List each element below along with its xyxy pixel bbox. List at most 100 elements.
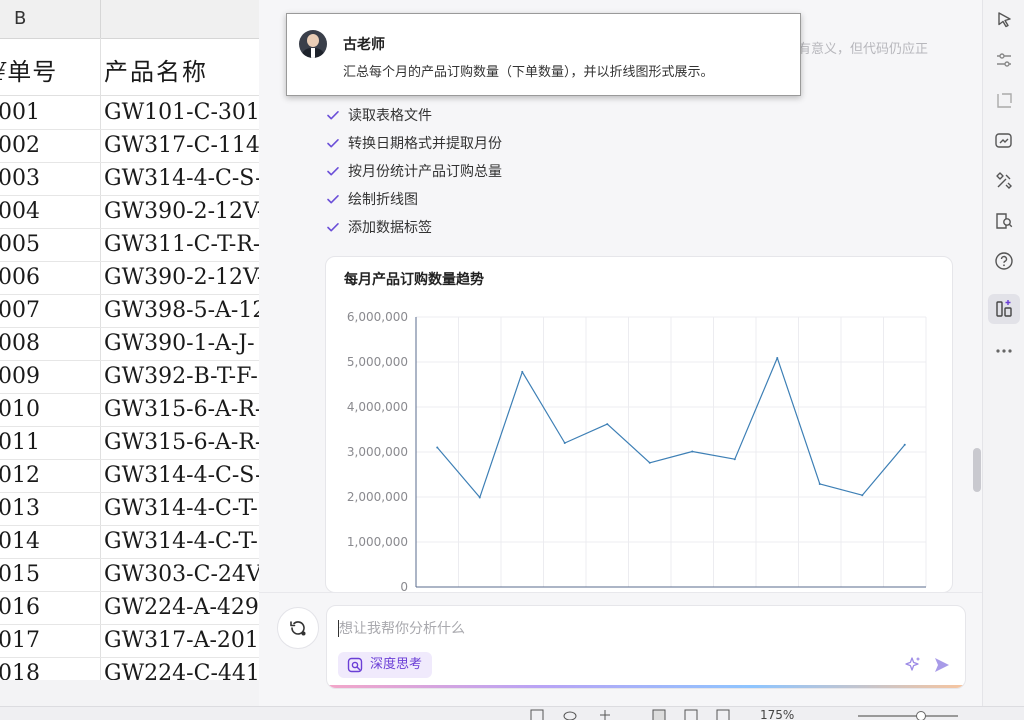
cell-order-number[interactable]: 011 [0,430,98,455]
cell-product-name[interactable]: GW101-C-301 [104,100,259,125]
cell-product-name[interactable]: GW398-5-A-12 [104,298,259,323]
cell-order-number[interactable]: 015 [0,562,98,587]
data-point [903,443,906,446]
cell-product-name[interactable]: GW392-B-T-F- [104,364,259,389]
table-row[interactable]: 015 GW303-C-24VI [0,558,259,592]
filter-settings-icon[interactable] [993,49,1015,71]
normal-view-icon[interactable] [652,709,666,720]
cell-product-name[interactable]: GW303-C-24VI [104,562,259,587]
data-point [563,442,566,444]
table-row[interactable]: 018 GW224-C-441 [0,657,259,680]
task-step-label: 转换日期格式并提取月份 [348,136,502,152]
cell-order-number[interactable]: 013 [0,496,98,521]
cell-product-name[interactable]: GW311-C-T-R- [104,232,259,257]
y-tick-label: 0 [400,580,408,592]
panel-scrollbar[interactable] [973,448,981,492]
table-row[interactable]: 009 GW392-B-T-F- [0,360,259,394]
tools-icon[interactable] [993,170,1015,192]
task-step-label: 按月份统计产品订购总量 [348,164,502,180]
table-row[interactable]: 013 GW314-4-C-T- [0,492,259,526]
sparkle-icon[interactable] [904,656,922,674]
table-row[interactable]: 006 GW390-2-12V- [0,261,259,295]
cell-order-number[interactable]: 002 [0,133,98,158]
cell-product-name[interactable]: GW315-6-A-R- [104,430,259,455]
help-icon[interactable] [993,250,1015,272]
image-edit-icon[interactable] [993,130,1015,152]
table-row[interactable]: 012 GW314-4-C-S- [0,459,259,493]
check-icon [327,139,339,148]
cell-order-number[interactable]: 004 [0,199,98,224]
cell-product-name[interactable]: GW390-2-12V- [104,199,259,224]
cell-order-number[interactable]: 016 [0,595,98,620]
cell-order-number[interactable]: 007 [0,298,98,323]
table-row[interactable]: 002 GW317-C-114 [0,129,259,163]
table-row[interactable]: 008 GW390-1-A-J- [0,327,259,361]
cell-order-number[interactable]: 014 [0,529,98,554]
cell-order-number[interactable]: 003 [0,166,98,191]
cell-product-name[interactable]: GW314-4-C-T- [104,529,259,554]
cell-order-number[interactable]: 018 [0,661,98,680]
page-break-icon[interactable] [716,709,730,720]
cell-product-name[interactable]: GW317-A-201 [104,628,259,653]
cell-product-name[interactable]: GW224-A-429 [104,595,259,620]
status-bar: 175% [0,706,1024,720]
table-row[interactable]: 016 GW224-A-429 [0,591,259,625]
data-point [818,482,821,485]
book-search-icon[interactable] [993,210,1015,232]
cell-product-name[interactable]: GW224-C-441 [104,661,259,680]
table-row[interactable]: 014 GW314-4-C-T- [0,525,259,559]
view-mode-icon[interactable] [598,709,612,720]
table-row[interactable]: 010 GW315-6-A-R- [0,393,259,427]
truncated-message-text: 有意义，但代码仍应正 [798,42,929,57]
eye-protect-icon[interactable] [563,709,577,720]
cell-product-name[interactable]: GW314-4-C-T- [104,496,259,521]
column-header-b[interactable]: B [14,8,26,29]
spreadsheet[interactable]: B ¥单号 产品名称 001GW101-C-301002GW317-C-1140… [0,0,259,680]
page-layout-icon[interactable] [684,709,698,720]
cell-product-name[interactable]: GW314-4-C-S- [104,463,259,488]
table-row[interactable]: 003 GW314-4-C-S- [0,162,259,196]
column-divider[interactable] [100,0,101,38]
cell-product-name[interactable]: GW315-6-A-R- [104,397,259,422]
cell-order-number[interactable]: 012 [0,463,98,488]
zoom-slider[interactable] [858,715,958,717]
cell-product-name[interactable]: GW314-4-C-S- [104,166,259,191]
header-cell-order-number[interactable]: ¥单号 [0,52,99,87]
table-header-row[interactable]: ¥单号 产品名称 [0,38,259,96]
cell-order-number[interactable]: 006 [0,265,98,290]
cell-order-number[interactable]: 005 [0,232,98,257]
line-chart: 0 1,000,000 2,000,000 3,000,000 4,000,000 5,0… [347,310,927,592]
table-row[interactable]: 005 GW311-C-T-R- [0,228,259,262]
user-message: 汇总每个月的产品订购数量（下单数量），并以折线图形式展示。 [343,65,714,80]
ai-assistant-tab[interactable] [988,294,1020,324]
cell-order-number[interactable]: 008 [0,331,98,356]
data-point [478,496,481,499]
cell-product-name[interactable]: GW390-2-12V- [104,265,259,290]
check-icon [327,111,339,120]
cursor-select-icon[interactable] [993,9,1015,31]
cell-order-number[interactable]: 001 [0,100,98,125]
outline-view-icon[interactable] [530,709,544,720]
table-row[interactable]: 001 GW101-C-301 [0,96,259,130]
crop-export-icon[interactable] [993,90,1015,112]
data-point [861,494,864,497]
table-row[interactable]: 004 GW390-2-12V- [0,195,259,229]
more-icon[interactable] [993,340,1015,362]
cell-product-name[interactable]: GW390-1-A-J- [104,331,259,356]
zoom-level[interactable]: 175% [760,708,794,720]
send-icon[interactable] [933,656,951,674]
cell-order-number[interactable]: 017 [0,628,98,653]
task-step-label: 添加数据标签 [348,220,432,236]
header-cell-product-name[interactable]: 产品名称 [104,52,259,87]
check-icon [327,223,339,232]
table-row[interactable]: 011 GW315-6-A-R- [0,426,259,460]
table-row[interactable]: 017 GW317-A-201 [0,624,259,658]
deep-think-button[interactable]: 深度思考 [338,652,433,678]
cell-product-name[interactable]: GW317-C-114 [104,133,259,158]
new-chat-button[interactable] [277,607,319,649]
table-row[interactable]: 007 GW398-5-A-12 [0,294,259,328]
chat-input[interactable] [339,618,939,640]
cell-order-number[interactable]: 009 [0,364,98,389]
cell-order-number[interactable]: 010 [0,397,98,422]
chat-input-box[interactable]: 深度思考 [326,605,966,689]
